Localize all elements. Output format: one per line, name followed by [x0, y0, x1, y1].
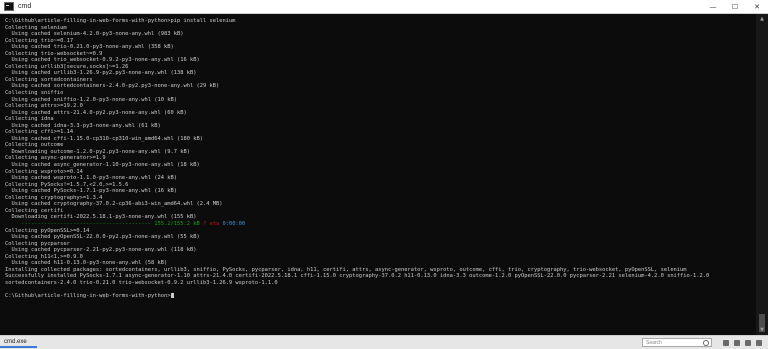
network-icon[interactable]: [723, 339, 729, 346]
taskbar: cmd.exe Search: [0, 335, 768, 349]
progress-eta: 0:00:00: [222, 220, 246, 227]
volume-icon[interactable]: [734, 339, 740, 346]
terminal-output[interactable]: C:\Github\article-filling-in-web-forms-w…: [0, 14, 756, 335]
taskbar-item-cmd[interactable]: cmd.exe: [0, 337, 37, 348]
battery-icon[interactable]: [745, 339, 751, 346]
cmd-window: cmd — ☐ ✕ C:\Github\article-filling-in-w…: [0, 0, 768, 335]
prompt-text: C:\Github\article-filling-in-web-forms-w…: [5, 292, 171, 299]
command-prompt[interactable]: C:\Github\article-filling-in-web-forms-w…: [5, 292, 753, 300]
output-block-after: Collecting pyOpenSSL>=0.14 Using cached …: [5, 228, 753, 293]
maximize-button[interactable]: ☐: [724, 0, 746, 13]
scroll-up-arrow-icon[interactable]: ▲: [756, 14, 768, 24]
vertical-scrollbar[interactable]: ▲ ▼: [756, 14, 768, 335]
search-icon: [703, 340, 709, 346]
notification-icon[interactable]: [756, 339, 762, 346]
progress-bar: ----------------------------------------: [5, 220, 152, 227]
system-tray: [718, 339, 762, 346]
minimize-button[interactable]: —: [702, 0, 724, 13]
terminal-icon: [4, 2, 14, 11]
close-button[interactable]: ✕: [746, 0, 768, 13]
title-bar[interactable]: cmd — ☐ ✕: [0, 0, 768, 14]
progress-size: 155.2/155.2 kB: [151, 220, 200, 227]
search-placeholder: Search: [646, 339, 662, 346]
progress-speed: ? eta: [199, 220, 223, 227]
output-block-before: C:\Github\article-filling-in-web-forms-w…: [5, 18, 753, 221]
scroll-down-arrow-icon[interactable]: ▼: [756, 325, 768, 335]
window-title: cmd: [18, 3, 32, 10]
taskbar-search-input[interactable]: Search: [642, 338, 712, 347]
text-cursor: [170, 292, 174, 298]
terminal-line: Successfully installed PySocks-1.7.1 asy…: [5, 273, 710, 280]
